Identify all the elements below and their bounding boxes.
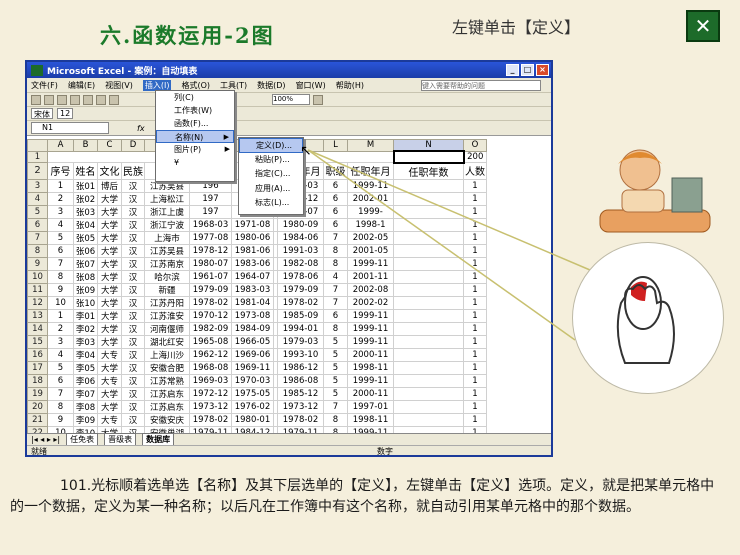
mouse-click-illustration bbox=[572, 242, 724, 394]
cartoon-operator-icon bbox=[599, 149, 711, 233]
mouse-cursor-icon: ↖ bbox=[300, 143, 312, 159]
hand-mouse-icon bbox=[616, 276, 675, 364]
slide-background: 六.函数运用-2图 左键单击【定义】 ✕ Microsoft Excel - 案… bbox=[0, 0, 740, 555]
callout-line-bottom bbox=[307, 149, 576, 341]
callout-line-top bbox=[307, 149, 591, 271]
caption-text: 101.光标顺着选单选【名称】及其下层选单的【定义】，左键单击【定义】选项。定义… bbox=[10, 478, 715, 515]
